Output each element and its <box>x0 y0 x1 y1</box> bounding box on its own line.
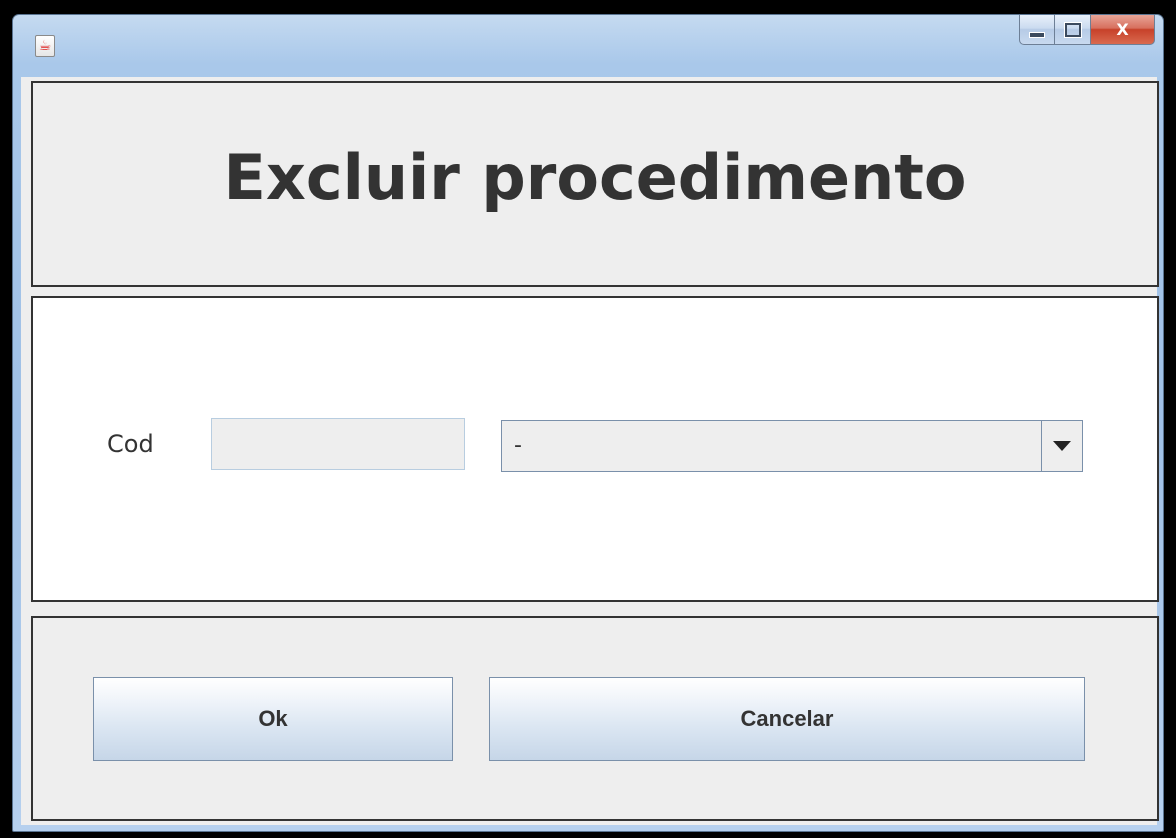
chevron-down-icon <box>1053 441 1071 451</box>
caption-buttons: X <box>1019 15 1155 45</box>
dialog-window: ☕ X Excluir procedimento Cod - Ok Cancel… <box>12 14 1164 832</box>
ok-button[interactable]: Ok <box>93 677 453 761</box>
cod-label: Cod <box>107 430 154 458</box>
title-panel: Excluir procedimento <box>31 81 1159 287</box>
maximize-icon <box>1064 22 1081 37</box>
cancel-button[interactable]: Cancelar <box>489 677 1085 761</box>
combobox-selected-value: - <box>514 433 522 458</box>
close-button[interactable]: X <box>1091 15 1155 45</box>
buttons-panel: Ok Cancelar <box>31 616 1159 821</box>
combobox-dropdown-button[interactable] <box>1041 421 1082 471</box>
procedure-combobox[interactable]: - <box>501 420 1083 472</box>
minimize-button[interactable] <box>1019 15 1055 45</box>
java-icon[interactable]: ☕ <box>35 35 55 57</box>
page-title: Excluir procedimento <box>223 141 967 214</box>
title-bar[interactable]: ☕ X <box>13 15 1163 75</box>
cod-input[interactable] <box>211 418 465 470</box>
close-icon: X <box>1116 20 1129 39</box>
form-panel: Cod - <box>31 296 1159 602</box>
maximize-button[interactable] <box>1055 15 1091 45</box>
dialog-content: Excluir procedimento Cod - Ok Cancelar <box>21 77 1159 825</box>
minimize-icon <box>1029 31 1045 38</box>
